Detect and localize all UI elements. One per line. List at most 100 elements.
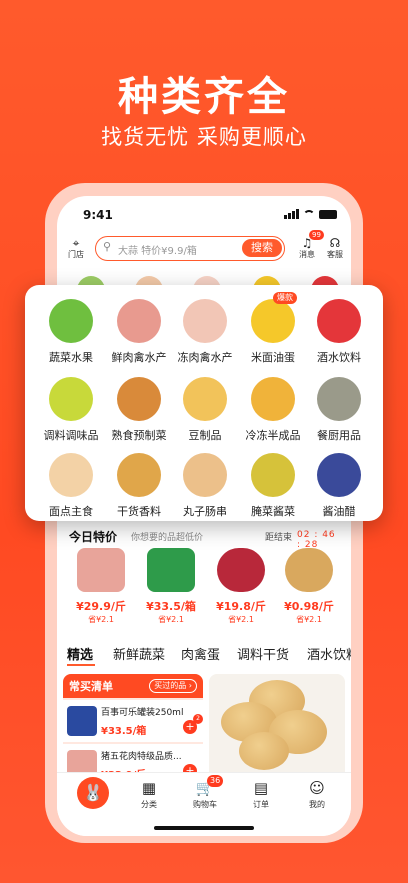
category-label: 酒水饮料 — [317, 351, 361, 364]
category-label: 冷冻半成品 — [245, 429, 301, 442]
category-image — [49, 377, 93, 421]
deals-subtitle: 你想要的品超低价 — [131, 533, 204, 543]
category-prepared-food[interactable]: 熟食预制菜 — [107, 377, 171, 449]
deal-image — [147, 548, 195, 592]
location-pin-icon: ⌖ — [72, 236, 80, 250]
category-label: 调料调味品 — [43, 429, 99, 442]
category-vegetables-fruits[interactable]: 蔬菜水果 — [39, 299, 103, 371]
search-icon: ⚲ — [103, 240, 112, 253]
category-kitchen-supplies[interactable]: 餐厨用品 — [307, 377, 371, 449]
tab-cart[interactable]: 🛒 36 购物车 — [185, 775, 225, 810]
hot-badge: 爆款 — [273, 292, 297, 304]
tab-profile[interactable]: ☺ 我的 — [297, 779, 337, 810]
wifi-icon — [303, 209, 315, 219]
header: ⌖ 门店 ⚲ 大蒜 特价¥9.9/箱 搜索 ♫ 99 消息 ☊ 客服 — [57, 230, 351, 268]
list-item[interactable]: 百事可乐罐装250ml ¥33.5/箱 + 2 — [63, 700, 203, 742]
service-label: 客服 — [327, 250, 343, 259]
deal-price: ¥19.8/斤 — [216, 600, 266, 613]
search-placeholder: 大蒜 特价¥9.9/箱 — [118, 246, 197, 257]
signal-icon — [284, 209, 299, 219]
grid-icon: ▦ — [141, 779, 157, 797]
tab-drinks[interactable]: 酒水饮料 — [307, 644, 351, 663]
deal-price: ¥33.5/箱 — [146, 600, 196, 613]
store-label: 门店 — [68, 250, 84, 259]
deal-item[interactable]: ¥19.8/斤 省¥2.1 — [209, 548, 273, 628]
category-image — [317, 377, 361, 421]
category-dry-goods-spices[interactable]: 干货香料 — [107, 453, 171, 525]
status-icons — [284, 209, 337, 219]
category-rice-flour-oil-eggs[interactable]: 爆款 米面油蛋 — [241, 292, 305, 371]
deal-item[interactable]: ¥29.9/斤 省¥2.1 — [69, 548, 133, 628]
category-soy-sauce-vinegar[interactable]: 酱油醋 — [307, 453, 371, 525]
category-image — [183, 453, 227, 497]
category-label: 豆制品 — [188, 429, 222, 442]
product-price: ¥33.5/箱 — [101, 726, 147, 737]
profile-icon: ☺ — [309, 779, 325, 797]
status-bar: 9:41 — [57, 206, 351, 224]
tab-featured[interactable]: 精选 — [67, 644, 93, 663]
category-image — [49, 453, 93, 497]
search-button[interactable]: 搜索 — [242, 239, 282, 257]
tab-seasonings[interactable]: 调料干货 — [237, 644, 289, 663]
category-image — [183, 299, 227, 343]
message-badge: 99 — [309, 230, 324, 240]
product-name: 猪五花肉特级品质... — [101, 752, 182, 762]
frequent-list-header: 常买清单 买过的品 › — [63, 674, 203, 698]
deal-price: ¥29.9/斤 — [76, 600, 126, 613]
order-icon: ▤ — [253, 779, 269, 797]
tab-meat-eggs[interactable]: 肉禽蛋 — [181, 644, 220, 663]
category-image — [251, 299, 295, 343]
daily-deals: 今日特价 你想要的品超低价 距结束 02 : 46 : 28 ¥29.9/斤 省… — [65, 526, 343, 634]
category-label: 餐厨用品 — [317, 429, 361, 442]
category-image — [49, 299, 93, 343]
category-panel: 蔬菜水果 鲜肉禽水产 冻肉禽水产 爆款 米面油蛋 酒水饮料 调料调味品 熟食预制菜… — [25, 285, 383, 521]
category-image — [251, 453, 295, 497]
category-label: 冻肉禽水产 — [177, 351, 233, 364]
cart-badge: 36 — [207, 775, 224, 787]
product-name: 百事可乐罐装250ml — [101, 708, 184, 718]
search-bar[interactable]: ⚲ 大蒜 特价¥9.9/箱 搜索 — [95, 236, 285, 261]
tab-cart-label: 购物车 — [193, 800, 217, 809]
deal-item[interactable]: ¥33.5/箱 省¥2.1 — [139, 548, 203, 628]
deal-save: 省¥2.1 — [296, 615, 322, 624]
category-label: 熟食预制菜 — [111, 429, 167, 442]
deal-save: 省¥2.1 — [88, 615, 114, 624]
category-label: 干货香料 — [117, 505, 161, 518]
category-seasonings[interactable]: 调料调味品 — [39, 377, 103, 449]
store-button[interactable]: ⌖ 门店 — [65, 236, 87, 260]
category-pickles[interactable]: 腌菜酱菜 — [241, 453, 305, 525]
tab-category[interactable]: ▦ 分类 — [129, 779, 169, 810]
purchased-items-link[interactable]: 买过的品 › — [149, 679, 197, 693]
service-button[interactable]: ☊ 客服 — [323, 236, 347, 260]
deal-item[interactable]: ¥0.98/斤 省¥2.1 — [277, 548, 341, 628]
deal-image — [285, 548, 333, 592]
deal-image — [77, 548, 125, 592]
tab-orders-label: 订单 — [253, 800, 269, 809]
hero-title: 种类齐全 — [118, 74, 290, 120]
home-rabbit-icon[interactable]: 🐰 — [77, 777, 109, 809]
category-image — [317, 453, 361, 497]
category-tofu[interactable]: 豆制品 — [173, 377, 237, 449]
category-fresh-meat-seafood[interactable]: 鲜肉禽水产 — [107, 299, 171, 371]
category-tabs: 精选 新鲜蔬菜 肉禽蛋 调料干货 酒水饮料 — [57, 644, 351, 666]
category-frozen-meat-seafood[interactable]: 冻肉禽水产 — [173, 299, 237, 371]
category-image — [317, 299, 361, 343]
frequent-list-card: 常买清单 买过的品 › 百事可乐罐装250ml ¥33.5/箱 + 2 猪五花肉… — [63, 674, 203, 784]
category-drinks[interactable]: 酒水饮料 — [307, 299, 371, 371]
tab-profile-label: 我的 — [309, 800, 325, 809]
category-label: 面点主食 — [49, 505, 93, 518]
category-meatballs-sausages[interactable]: 丸子肠串 — [173, 453, 237, 525]
potato-product-card[interactable] — [209, 674, 345, 784]
category-frozen-semi[interactable]: 冷冻半成品 — [241, 377, 305, 449]
deal-image — [217, 548, 265, 592]
cart-count-badge: 2 — [193, 714, 203, 724]
tab-orders[interactable]: ▤ 订单 — [241, 779, 281, 810]
deals-countdown: 02 : 46 : 28 — [297, 530, 336, 550]
category-image — [183, 377, 227, 421]
deal-save: 省¥2.1 — [228, 615, 254, 624]
category-pastry-staples[interactable]: 面点主食 — [39, 453, 103, 525]
status-time: 9:41 — [83, 208, 113, 222]
tab-vegetables[interactable]: 新鲜蔬菜 — [113, 644, 165, 663]
category-label: 腌菜酱菜 — [251, 505, 295, 518]
message-button[interactable]: ♫ 99 消息 — [295, 230, 324, 260]
